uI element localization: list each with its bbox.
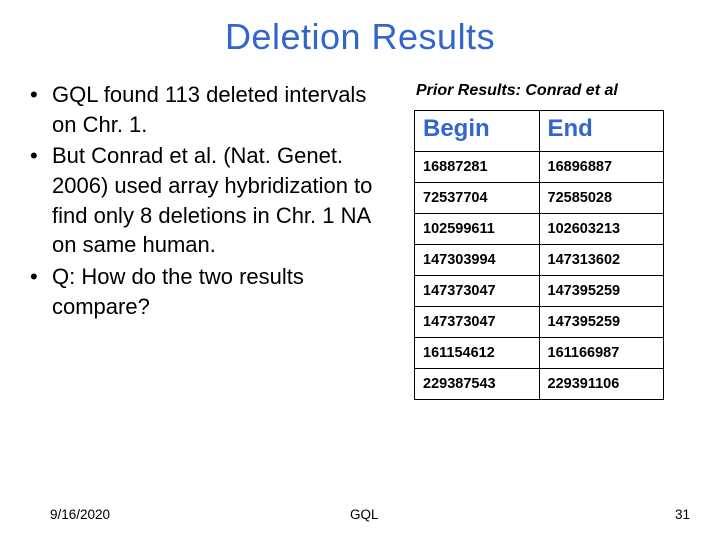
- bullet-list: • GQL found 113 deleted intervals on Chr…: [30, 80, 378, 322]
- cell-begin: 72537704: [415, 183, 540, 214]
- table-header-row: Begin End: [415, 111, 664, 152]
- cell-end: 147395259: [539, 276, 664, 307]
- cell-end: 229391106: [539, 369, 664, 400]
- slide: Deletion Results • GQL found 113 deleted…: [0, 0, 720, 540]
- bullet-text: Q: How do the two results compare?: [52, 262, 378, 321]
- col-header-end: End: [539, 111, 664, 152]
- col-header-begin: Begin: [415, 111, 540, 152]
- table-row: 7253770472585028: [415, 183, 664, 214]
- slide-body: • GQL found 113 deleted intervals on Chr…: [30, 80, 690, 400]
- table-row: 147303994147313602: [415, 245, 664, 276]
- footer-center: GQL: [330, 507, 630, 522]
- cell-begin: 229387543: [415, 369, 540, 400]
- cell-begin: 16887281: [415, 152, 540, 183]
- bullet-dot: •: [30, 80, 52, 139]
- table-row: 1688728116896887: [415, 152, 664, 183]
- cell-end: 16896887: [539, 152, 664, 183]
- table-row: 161154612161166987: [415, 338, 664, 369]
- table-row: 102599611102603213: [415, 214, 664, 245]
- slide-title: Deletion Results: [30, 16, 690, 58]
- list-item: • GQL found 113 deleted intervals on Chr…: [30, 80, 378, 139]
- footer-date: 9/16/2020: [50, 507, 330, 522]
- cell-end: 102603213: [539, 214, 664, 245]
- cell-end: 72585028: [539, 183, 664, 214]
- cell-begin: 147373047: [415, 276, 540, 307]
- list-item: • Q: How do the two results compare?: [30, 262, 378, 321]
- results-table: Begin End 1688728116896887 7253770472585…: [414, 110, 664, 400]
- bullet-dot: •: [30, 141, 52, 260]
- table-row: 147373047147395259: [415, 276, 664, 307]
- table-row: 229387543229391106: [415, 369, 664, 400]
- slide-footer: 9/16/2020 GQL 31: [0, 507, 720, 522]
- prior-results-label: Prior Results: Conrad et al: [416, 82, 690, 100]
- cell-end: 147313602: [539, 245, 664, 276]
- table-row: 147373047147395259: [415, 307, 664, 338]
- cell-begin: 102599611: [415, 214, 540, 245]
- cell-begin: 147373047: [415, 307, 540, 338]
- footer-page-number: 31: [630, 507, 690, 522]
- cell-begin: 161154612: [415, 338, 540, 369]
- cell-end: 147395259: [539, 307, 664, 338]
- bullet-dot: •: [30, 262, 52, 321]
- bullet-column: • GQL found 113 deleted intervals on Chr…: [30, 80, 390, 400]
- bullet-text: GQL found 113 deleted intervals on Chr. …: [52, 80, 378, 139]
- cell-end: 161166987: [539, 338, 664, 369]
- cell-begin: 147303994: [415, 245, 540, 276]
- bullet-text: But Conrad et al. (Nat. Genet. 2006) use…: [52, 141, 378, 260]
- table-column: Prior Results: Conrad et al Begin End 16…: [390, 80, 690, 400]
- list-item: • But Conrad et al. (Nat. Genet. 2006) u…: [30, 141, 378, 260]
